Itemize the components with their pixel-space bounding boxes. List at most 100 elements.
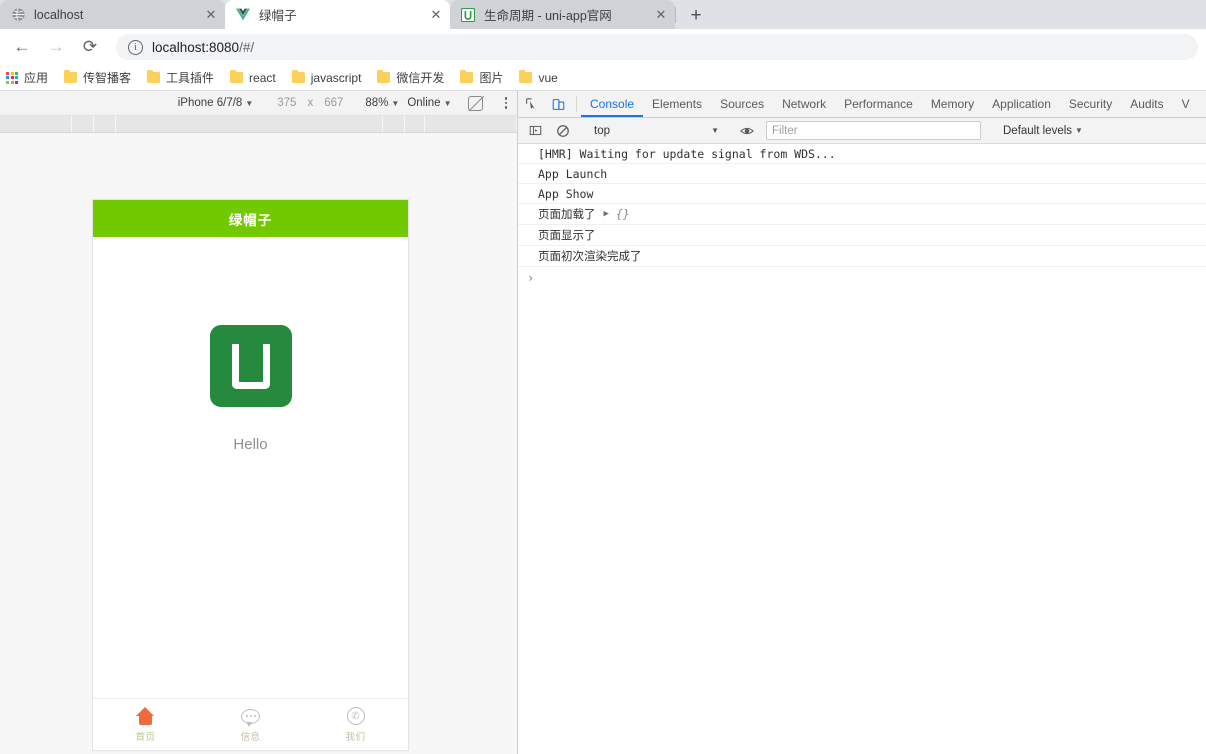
reload-icon[interactable]: ⟳ xyxy=(76,33,104,61)
phone-circle-icon: ✆ xyxy=(346,706,365,726)
bookmark-label: 应用 xyxy=(24,71,49,85)
dimension-separator: x xyxy=(307,97,314,109)
bookmark-javascript[interactable]: javascript xyxy=(291,69,362,85)
address-bar[interactable]: i localhost:8080 /#/ xyxy=(116,34,1198,60)
bookmark-label: javascript xyxy=(310,70,362,85)
folder-icon xyxy=(147,69,161,83)
log-levels-select[interactable]: Default levels ▼ xyxy=(1003,125,1083,137)
back-arrow-icon[interactable]: ← xyxy=(8,33,36,61)
devtools-tab-application[interactable]: Application xyxy=(983,91,1060,117)
address-host: localhost:8080 xyxy=(152,39,240,55)
bookmark-tools[interactable]: 工具插件 xyxy=(147,69,214,86)
console-message: App Show xyxy=(518,184,1206,204)
bookmark-react[interactable]: react xyxy=(230,69,276,85)
throttling-value: Online xyxy=(407,97,441,109)
close-icon[interactable]: ✕ xyxy=(203,7,219,23)
apps-grid-icon xyxy=(6,71,18,84)
bookmarks-bar: 应用 传智播客 工具插件 react javascript 微信开发 图片 vu… xyxy=(0,65,1206,91)
execution-context-value: top xyxy=(594,124,610,137)
tab-item-about[interactable]: ✆ 我们 xyxy=(303,706,408,743)
device-emulation-pane: iPhone 6/7/8 ▼ 375 x 667 88% ▼ Online ▼ 绿帽子 xyxy=(0,91,517,754)
inspect-element-icon[interactable] xyxy=(518,91,545,117)
folder-icon xyxy=(64,69,78,83)
browser-window: localhost ✕ 绿帽子 ✕ 生命周期 - uni-app官网 ✕ + ←… xyxy=(0,0,1206,754)
bookmark-apps[interactable]: 应用 xyxy=(6,69,48,86)
new-tab-button[interactable]: + xyxy=(682,1,710,29)
devtools-tab-overflow[interactable]: V xyxy=(1173,91,1199,117)
devtools-tab-memory[interactable]: Memory xyxy=(922,91,983,117)
devtools-tab-elements[interactable]: Elements xyxy=(643,91,711,117)
expand-arrow-icon[interactable]: ▶ xyxy=(604,209,609,219)
throttling-select[interactable]: Online ▼ xyxy=(407,97,451,109)
browser-tab-uniapp[interactable]: 生命周期 - uni-app官网 ✕ xyxy=(450,0,675,29)
folder-icon xyxy=(519,69,533,83)
vue-logo-icon xyxy=(235,7,251,23)
clear-console-icon[interactable] xyxy=(549,124,576,138)
uniapp-logo-icon xyxy=(209,325,292,407)
devtools-tab-network[interactable]: Network xyxy=(773,91,835,117)
device-select[interactable]: iPhone 6/7/8 ▼ xyxy=(178,97,254,109)
chevron-down-icon: ▼ xyxy=(1075,126,1083,135)
device-width-input[interactable]: 375 xyxy=(277,97,296,109)
chevron-down-icon: ▼ xyxy=(711,126,719,135)
bookmark-label: vue xyxy=(538,70,558,85)
tab-divider xyxy=(675,6,676,23)
bookmark-label: 微信开发 xyxy=(396,71,445,85)
app-header-title: 绿帽子 xyxy=(228,212,273,228)
more-options-icon[interactable] xyxy=(504,97,507,109)
console-sidebar-icon[interactable] xyxy=(522,124,549,137)
toggle-device-toolbar-icon[interactable] xyxy=(545,91,572,117)
zoom-select[interactable]: 88% ▼ xyxy=(365,97,399,109)
chevron-down-icon: ▼ xyxy=(443,99,452,108)
tab-item-home[interactable]: 首页 xyxy=(93,706,198,743)
browser-toolbar: ← → ⟳ i localhost:8080 /#/ xyxy=(0,29,1206,65)
execution-context-select[interactable]: top ▼ xyxy=(589,121,724,140)
devtools-tab-security[interactable]: Security xyxy=(1060,91,1121,117)
forward-arrow-icon[interactable]: → xyxy=(42,33,70,61)
console-toolbar: top ▼ Filter Default levels ▼ xyxy=(518,118,1206,144)
console-filter-input[interactable]: Filter xyxy=(766,121,981,140)
rotate-icon[interactable] xyxy=(467,95,483,111)
bookmark-wechat-dev[interactable]: 微信开发 xyxy=(377,69,444,86)
devtools-tab-sources[interactable]: Sources xyxy=(711,91,773,117)
globe-icon xyxy=(10,7,26,23)
site-info-icon[interactable]: i xyxy=(128,39,143,55)
console-prompt[interactable]: › xyxy=(518,267,1206,285)
console-message: 页面加载了 ▶ {} xyxy=(518,204,1206,225)
close-icon[interactable]: ✕ xyxy=(428,7,444,23)
bookmark-images[interactable]: 图片 xyxy=(460,69,503,86)
uniapp-logo-icon xyxy=(460,7,476,23)
app-content: Hello xyxy=(93,237,408,698)
browser-tab-strip: localhost ✕ 绿帽子 ✕ 生命周期 - uni-app官网 ✕ + xyxy=(0,0,1206,29)
tab-label: 首页 xyxy=(135,732,156,743)
browser-tab-lvmaozi[interactable]: 绿帽子 ✕ xyxy=(225,0,450,29)
live-expression-icon[interactable] xyxy=(733,124,760,138)
chevron-down-icon: ▼ xyxy=(391,99,400,108)
hello-text: Hello xyxy=(233,436,268,453)
folder-icon xyxy=(377,69,391,83)
devtools-panel: Console Elements Sources Network Perform… xyxy=(517,91,1206,754)
devtools-tab-performance[interactable]: Performance xyxy=(835,91,922,117)
console-message-object[interactable]: {} xyxy=(616,207,630,221)
emulated-page-stage: 绿帽子 Hello 首页 信息 ✆ 我们 xyxy=(0,133,517,753)
tab-item-messages[interactable]: 信息 xyxy=(198,706,303,743)
console-message-text: App Launch xyxy=(538,166,608,181)
tab-label: 信息 xyxy=(240,732,261,743)
folder-icon xyxy=(230,69,244,83)
devtools-tab-audits[interactable]: Audits xyxy=(1121,91,1172,117)
console-message-text: App Show xyxy=(538,186,594,201)
bookmark-label: 传智播客 xyxy=(83,71,132,85)
devtools-tab-console[interactable]: Console xyxy=(581,91,643,117)
bookmark-vue[interactable]: vue xyxy=(519,69,558,85)
folder-icon xyxy=(460,69,474,83)
device-height-input[interactable]: 667 xyxy=(324,97,343,109)
bookmark-chuanzhi[interactable]: 传智播客 xyxy=(64,69,131,86)
tab-title: 生命周期 - uni-app官网 xyxy=(484,9,612,23)
browser-tab-localhost[interactable]: localhost ✕ xyxy=(0,0,225,29)
app-tab-bar: 首页 信息 ✆ 我们 xyxy=(93,698,408,750)
close-icon[interactable]: ✕ xyxy=(653,7,669,23)
console-message: [HMR] Waiting for update signal from WDS… xyxy=(518,144,1206,164)
console-message: 页面初次渲染完成了 xyxy=(518,246,1206,267)
log-levels-value: Default levels xyxy=(1003,124,1073,137)
console-message: 页面显示了 xyxy=(518,225,1206,246)
